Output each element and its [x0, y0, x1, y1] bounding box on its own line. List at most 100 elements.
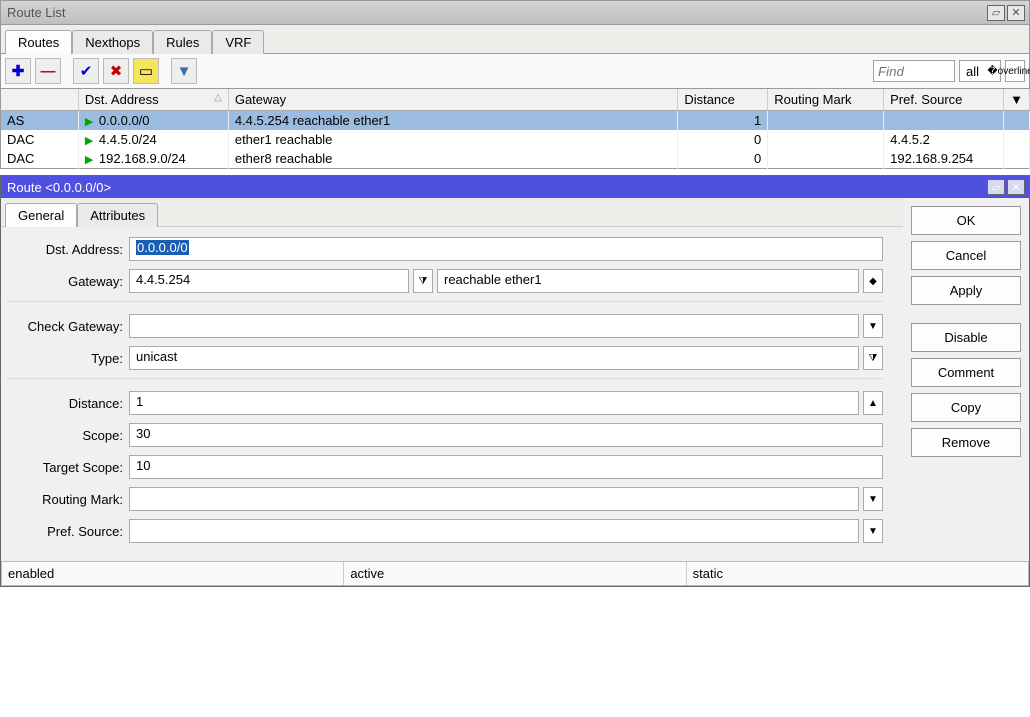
- main-tabstrip: Routes Nexthops Rules VRF: [0, 24, 1030, 53]
- check-gateway-input[interactable]: [129, 314, 859, 338]
- cell-dst: ▶4.4.5.0/24: [78, 130, 228, 149]
- close-icon[interactable]: ✕: [1007, 5, 1025, 21]
- disable-button[interactable]: Disable: [911, 323, 1021, 352]
- target-scope-label: Target Scope:: [7, 460, 129, 475]
- detail-form: Dst. Address: 0.0.0.0/0 Gateway: 4.4.5.2…: [1, 227, 903, 561]
- cell-pref: [884, 111, 1004, 131]
- status-bar: enabled active static: [1, 561, 1029, 586]
- col-dst-address[interactable]: Dst. Address △: [78, 89, 228, 111]
- remove-button[interactable]: —: [35, 58, 61, 84]
- tab-rules[interactable]: Rules: [153, 30, 212, 54]
- col-distance[interactable]: Distance: [678, 89, 768, 111]
- gateway-add-remove-icon[interactable]: ◆: [863, 269, 883, 293]
- filter-icon[interactable]: ▼: [171, 58, 197, 84]
- ok-button[interactable]: OK: [911, 206, 1021, 235]
- cell-distance: 1: [678, 111, 768, 131]
- cell-flags: AS: [1, 111, 79, 131]
- status-active: active: [344, 562, 686, 585]
- col-routing-mark[interactable]: Routing Mark: [768, 89, 884, 111]
- table-row[interactable]: DAC ▶4.4.5.0/24 ether1 reachable 0 4.4.5…: [1, 130, 1030, 149]
- check-gateway-expand-icon[interactable]: ▼: [863, 314, 883, 338]
- detail-sidebar: OK Cancel Apply Disable Comment Copy Rem…: [903, 198, 1029, 561]
- comment-button[interactable]: ▭: [133, 58, 159, 84]
- pref-source-expand-icon[interactable]: ▼: [863, 519, 883, 543]
- distance-label: Distance:: [7, 396, 129, 411]
- apply-button[interactable]: Apply: [911, 276, 1021, 305]
- gateway-dropdown-icon[interactable]: ⧩: [413, 269, 433, 293]
- cell-mark: [768, 130, 884, 149]
- col-menu-icon[interactable]: ▼: [1004, 89, 1030, 111]
- detail-tabstrip: General Attributes: [1, 198, 903, 227]
- enable-button[interactable]: ✔: [73, 58, 99, 84]
- col-flags[interactable]: [1, 89, 79, 111]
- routing-mark-expand-icon[interactable]: ▼: [863, 487, 883, 511]
- check-gateway-label: Check Gateway:: [7, 319, 129, 334]
- comment-button[interactable]: Comment: [911, 358, 1021, 387]
- status-static: static: [687, 562, 1028, 585]
- minimize-icon[interactable]: ▱: [987, 5, 1005, 21]
- detail-title: Route <0.0.0.0/0>: [5, 180, 987, 195]
- pref-source-label: Pref. Source:: [7, 524, 129, 539]
- distance-input[interactable]: 1: [129, 391, 859, 415]
- cell-pref: 4.4.5.2: [884, 130, 1004, 149]
- tab-vrf[interactable]: VRF: [212, 30, 264, 54]
- separator: [7, 378, 883, 379]
- tab-routes[interactable]: Routes: [5, 30, 72, 54]
- cell-gateway: ether8 reachable: [228, 149, 677, 169]
- routing-mark-input[interactable]: [129, 487, 859, 511]
- cell-mark: [768, 111, 884, 131]
- cell-dst: ▶0.0.0.0/0: [78, 111, 228, 131]
- scope-input[interactable]: 30: [129, 423, 883, 447]
- cell-flags: DAC: [1, 149, 79, 169]
- tab-general[interactable]: General: [5, 203, 77, 227]
- table-row[interactable]: AS ▶0.0.0.0/0 4.4.5.254 reachable ether1…: [1, 111, 1030, 131]
- cell-distance: 0: [678, 130, 768, 149]
- cell-pref: 192.168.9.254: [884, 149, 1004, 169]
- type-label: Type:: [7, 351, 129, 366]
- routes-table: Dst. Address △ Gateway Distance Routing …: [0, 89, 1030, 169]
- target-scope-input[interactable]: 10: [129, 455, 883, 479]
- cell-gateway: 4.4.5.254 reachable ether1: [228, 111, 677, 131]
- main-titlebar: Route List ▱ ✕: [0, 0, 1030, 24]
- detail-minimize-icon[interactable]: ▱: [987, 179, 1005, 195]
- filter-all-label: all: [966, 64, 979, 79]
- pref-source-input[interactable]: [129, 519, 859, 543]
- cell-mark: [768, 149, 884, 169]
- expand-columns-button[interactable]: �overline▼: [1005, 60, 1025, 82]
- toolbar: ✚ — ✔ ✖ ▭ ▼ all �overline▼: [0, 53, 1030, 89]
- cancel-button[interactable]: Cancel: [911, 241, 1021, 270]
- gateway-label: Gateway:: [7, 274, 129, 289]
- gateway-input[interactable]: 4.4.5.254: [129, 269, 409, 293]
- status-enabled: enabled: [2, 562, 344, 585]
- detail-close-icon[interactable]: ✕: [1007, 179, 1025, 195]
- cell-gateway: ether1 reachable: [228, 130, 677, 149]
- remove-button[interactable]: Remove: [911, 428, 1021, 457]
- add-button[interactable]: ✚: [5, 58, 31, 84]
- distance-collapse-icon[interactable]: ▲: [863, 391, 883, 415]
- tab-attributes[interactable]: Attributes: [77, 203, 158, 227]
- copy-button[interactable]: Copy: [911, 393, 1021, 422]
- type-dropdown-icon[interactable]: ⧩: [863, 346, 883, 370]
- col-pref-source[interactable]: Pref. Source: [884, 89, 1004, 111]
- route-detail-window: Route <0.0.0.0/0> ▱ ✕ General Attributes…: [0, 175, 1030, 587]
- table-row[interactable]: DAC ▶192.168.9.0/24 ether8 reachable 0 1…: [1, 149, 1030, 169]
- cell-flags: DAC: [1, 130, 79, 149]
- disable-button[interactable]: ✖: [103, 58, 129, 84]
- active-route-icon: ▶: [85, 134, 99, 147]
- gateway-status: reachable ether1: [437, 269, 859, 293]
- tab-nexthops[interactable]: Nexthops: [72, 30, 153, 54]
- cell-distance: 0: [678, 149, 768, 169]
- detail-titlebar: Route <0.0.0.0/0> ▱ ✕: [1, 176, 1029, 198]
- active-route-icon: ▶: [85, 153, 99, 166]
- scope-label: Scope:: [7, 428, 129, 443]
- separator: [7, 301, 883, 302]
- cell-dst: ▶192.168.9.0/24: [78, 149, 228, 169]
- dst-address-label: Dst. Address:: [7, 242, 129, 257]
- window-title: Route List: [5, 5, 987, 20]
- routing-mark-label: Routing Mark:: [7, 492, 129, 507]
- active-route-icon: ▶: [85, 115, 99, 128]
- type-input[interactable]: unicast: [129, 346, 859, 370]
- find-input[interactable]: [873, 60, 955, 82]
- col-gateway[interactable]: Gateway: [228, 89, 677, 111]
- dst-address-input[interactable]: 0.0.0.0/0: [129, 237, 883, 261]
